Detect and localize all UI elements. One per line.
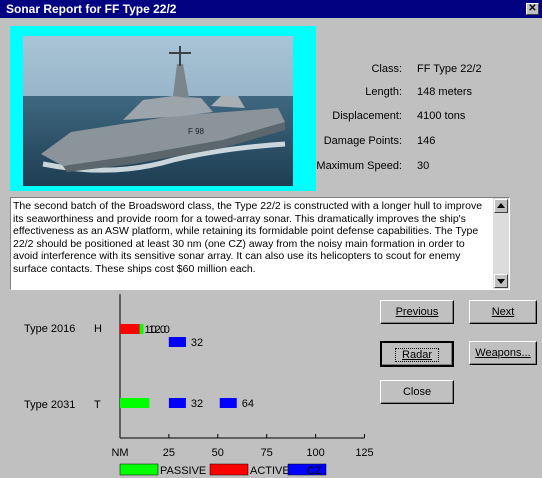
x-tick-label: 75 <box>261 447 273 459</box>
legend-swatch-passive <box>119 463 159 476</box>
class-value: FF Type 22/2 <box>417 63 482 75</box>
window-title: Sonar Report for FF Type 22/2 <box>6 2 177 16</box>
legend-label-cz: CZ <box>307 465 322 477</box>
description-box[interactable]: The second batch of the Broadsword class… <box>10 197 510 290</box>
bar-cz <box>219 398 237 408</box>
title-bar: Sonar Report for FF Type 22/2 ✕ <box>0 0 542 18</box>
legend-swatch-active <box>209 463 249 476</box>
class-label: Class: <box>371 63 402 75</box>
data-label: 32 <box>191 398 203 410</box>
next-button[interactable]: Next <box>469 300 537 324</box>
x-tick-label: 100 <box>306 447 324 459</box>
max-speed-label: Maximum Speed: <box>316 160 402 172</box>
max-speed-value: 30 <box>417 160 430 172</box>
close-button-label: Close <box>402 386 432 398</box>
arrow-down-icon <box>497 279 505 284</box>
previous-button-label: Previous <box>395 306 439 318</box>
data-label: 64 <box>242 398 254 410</box>
previous-button[interactable]: Previous <box>380 300 454 324</box>
close-button[interactable]: Close <box>380 380 454 404</box>
legend-label-active: ACTIVE <box>250 465 290 477</box>
x-tick-label: NM <box>111 447 128 459</box>
ship-photo: F 98 <box>23 36 293 186</box>
data-label: 32 <box>191 337 203 349</box>
length-label: Length: <box>365 86 402 98</box>
radar-button[interactable]: Radar <box>380 341 454 367</box>
bar-active <box>120 324 140 334</box>
description-text: The second batch of the Broadsword class… <box>13 200 483 275</box>
data-label: 10.0 <box>145 324 166 336</box>
bar-passive <box>120 398 150 408</box>
x-tick-label: 25 <box>163 447 175 459</box>
damage-points-value: 146 <box>417 135 436 147</box>
weapons-button[interactable]: Weapons... <box>469 341 537 365</box>
bar-cz <box>168 337 186 347</box>
length-value: 148 meters <box>417 86 473 98</box>
bar-cz <box>168 398 186 408</box>
scroll-up-button[interactable] <box>494 199 508 213</box>
legend-label-passive: PASSIVE <box>160 465 206 477</box>
radar-button-label: Radar <box>402 349 432 361</box>
arrow-up-icon <box>497 203 505 208</box>
x-tick-label: 125 <box>355 447 373 459</box>
displacement-label: Displacement: <box>332 110 402 122</box>
x-tick-label: 50 <box>212 447 224 459</box>
scroll-down-button[interactable] <box>494 274 508 288</box>
damage-points-label: Damage Points: <box>323 135 402 147</box>
displacement-value: 4100 tons <box>417 110 466 122</box>
sonar-range-chart: NM 25 50 75 100 12512.03210.032 64PASSIVE ACTIV… <box>111 294 374 477</box>
weapons-button-label: Weapons... <box>475 347 531 359</box>
next-button-label: Next <box>491 306 515 318</box>
svg-text:F 98: F 98 <box>188 127 205 136</box>
close-icon[interactable]: ✕ <box>526 3 539 15</box>
